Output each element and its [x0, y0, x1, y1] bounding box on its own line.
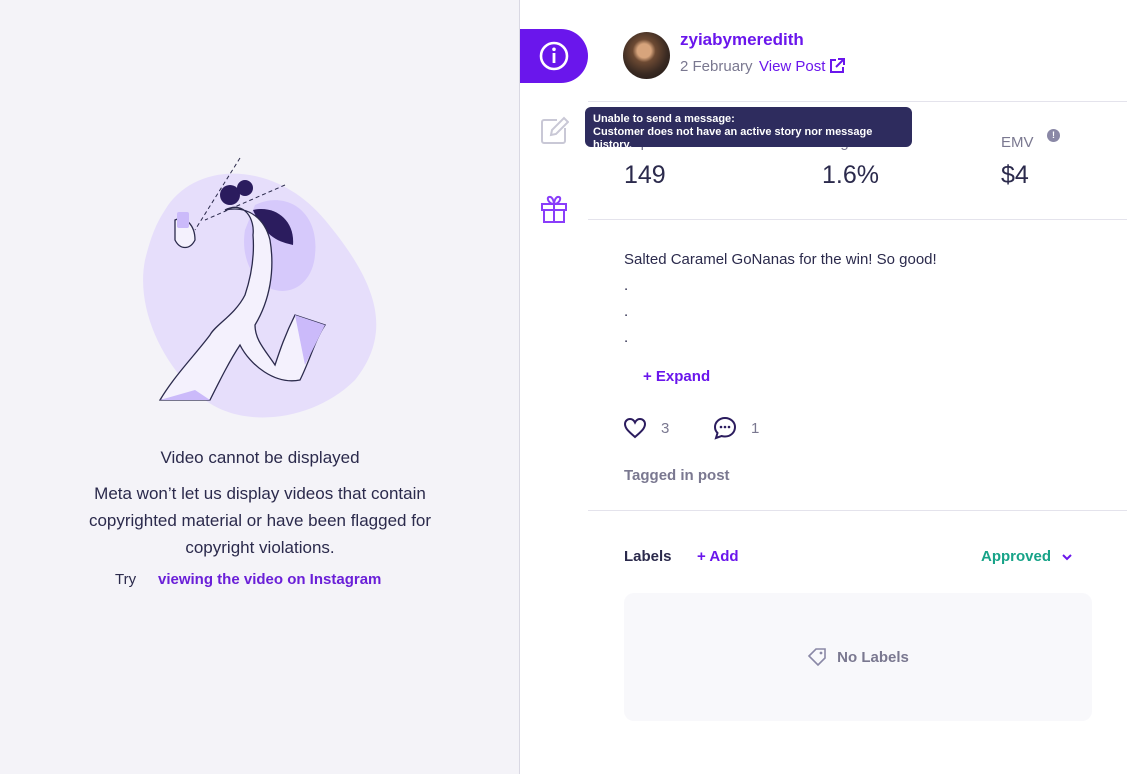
expand-caption-button[interactable]: + Expand	[643, 368, 710, 385]
post-caption: Salted Caramel GoNanas for the win! So g…	[624, 247, 937, 351]
approval-status-dropdown[interactable]: Approved	[981, 548, 1073, 565]
video-unavailable-message: Meta won’t let us display videos that co…	[88, 484, 432, 557]
avatar[interactable]	[623, 32, 670, 79]
comments-value: 1	[751, 419, 760, 437]
media-panel: Video cannot be displayed Meta won’t let…	[0, 0, 520, 774]
tooltip-line-2: Customer does not have an active story n…	[593, 126, 873, 151]
stat-value-eng-rate: 1.6%	[822, 161, 879, 189]
caption-line: Salted Caramel GoNanas for the win! So g…	[624, 251, 937, 268]
comment-icon	[713, 416, 737, 440]
stat-value-emv: $4	[1001, 161, 1029, 189]
heart-icon	[623, 417, 647, 439]
likes-value: 3	[661, 419, 670, 437]
edit-icon	[541, 116, 569, 144]
view-on-instagram-link[interactable]: viewing the video on Instagram	[158, 571, 381, 588]
caption-line: .	[624, 303, 629, 320]
tagged-in-post-label: Tagged in post	[624, 467, 730, 484]
labels-empty-state: No Labels	[624, 593, 1092, 721]
message-tooltip: Unable to send a message: Customer does …	[585, 107, 912, 151]
external-link-icon	[830, 58, 846, 73]
tab-edit[interactable]	[520, 104, 588, 158]
labels-divider	[588, 510, 1127, 511]
video-unavailable-title: Video cannot be displayed	[160, 448, 360, 467]
stat-label-emv: EMV	[1001, 134, 1034, 151]
caption-line: .	[624, 277, 629, 294]
tooltip-line-1: Unable to send a message:	[593, 113, 735, 125]
approval-status-label: Approved	[981, 548, 1052, 565]
stat-value-impressions: 149	[624, 161, 666, 189]
header-divider	[588, 101, 1127, 102]
tag-icon	[808, 648, 826, 667]
no-labels-text: No Labels	[837, 648, 909, 666]
view-post-label: View Post	[759, 57, 826, 75]
chevron-down-icon	[1062, 553, 1072, 560]
gift-icon	[541, 195, 567, 223]
likes-count[interactable]: 3	[623, 416, 669, 440]
tab-gift[interactable]	[520, 182, 588, 236]
stats-divider	[588, 219, 1127, 220]
emv-info-icon[interactable]: !	[1047, 129, 1060, 142]
comments-count[interactable]: 1	[713, 416, 759, 440]
try-label: Try	[115, 571, 137, 588]
view-post-link[interactable]: View Post	[759, 57, 846, 75]
person-illustration	[143, 157, 377, 418]
labels-title: Labels	[624, 548, 672, 565]
caption-line: .	[624, 329, 629, 346]
post-date: 2 February	[680, 58, 753, 75]
username-link[interactable]: zyiabymeredith	[680, 30, 804, 50]
tab-info[interactable]	[520, 29, 588, 83]
add-label-button[interactable]: + Add	[697, 548, 739, 565]
info-icon	[539, 41, 569, 71]
